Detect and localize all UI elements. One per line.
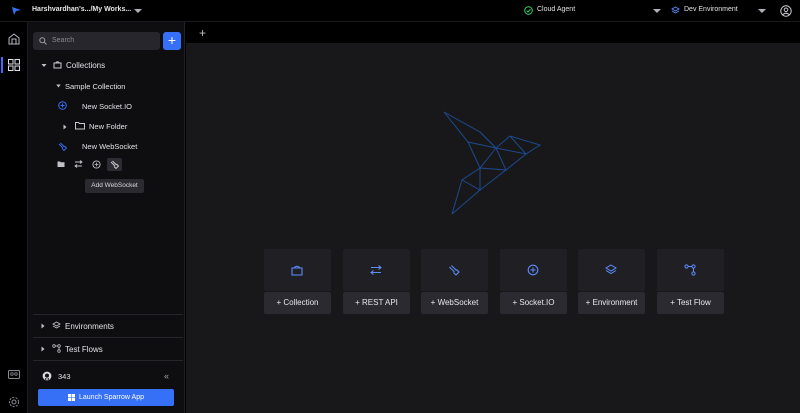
active-indicator [1,57,3,73]
add-socket-io-button[interactable]: + Socket.IO [500,292,567,314]
sparrow-logo-icon [11,6,22,16]
folder-icon [75,121,85,130]
websocket-icon [58,142,67,151]
test-flow-icon [52,344,61,353]
add-rest-api-icon[interactable] [74,160,83,168]
collections-chevron-down-icon[interactable] [41,63,47,68]
github-icon[interactable] [42,371,52,381]
settings-icon[interactable] [8,396,20,408]
collections-nav-icon[interactable] [8,59,20,71]
collapse-sidebar-icon[interactable]: « [164,371,169,381]
workspace-dropdown-icon[interactable] [134,9,142,13]
agent-dropdown-icon[interactable] [653,9,661,13]
collections-label[interactable]: Collections [66,61,105,70]
environment-icon [605,264,617,276]
github-star-count: 343 [58,372,71,381]
test-flow-icon [684,264,696,276]
quick-action-card-test-flow[interactable] [657,249,724,291]
search-icon [39,37,47,45]
tree-item-folder[interactable]: New Folder [89,122,127,131]
websocket-icon [448,264,460,276]
collection-icon [291,264,303,276]
add-websocket-tooltip: Add WebSocket [85,179,144,193]
environment-layers-icon [671,6,680,15]
folder-chevron-right-icon[interactable] [63,124,67,130]
windows-icon [68,393,75,401]
add-rest-api-button[interactable]: + REST API [343,292,410,314]
section-divider [33,360,183,361]
environments-chevron-right-icon[interactable] [41,323,45,329]
add-collection-button[interactable]: + Collection [264,292,331,314]
search-placeholder: Search [52,37,75,44]
socketio-icon [58,101,67,110]
quick-action-card-socket-io[interactable] [500,249,567,291]
add-websocket-button[interactable]: + WebSocket [421,292,488,314]
quick-action-card-collection[interactable] [264,249,331,291]
main-panel [186,43,800,413]
section-divider [33,337,183,338]
quick-action-card-environment[interactable] [578,249,645,291]
agent-label[interactable]: Cloud Agent [537,6,575,13]
environments-icon [52,321,61,330]
section-divider [33,314,183,315]
sidebar [28,22,185,413]
add-environment-button[interactable]: + Environment [578,292,645,314]
activity-bar [0,22,28,413]
check-circle-icon [524,6,533,15]
user-avatar-icon[interactable] [780,5,792,17]
sample-collection-label[interactable]: Sample Collection [65,82,125,91]
quick-action-card-websocket[interactable] [421,249,488,291]
socketio-icon [527,264,539,276]
test-flows-label[interactable]: Test Flows [65,345,103,354]
team-icon[interactable] [8,370,20,380]
test-flows-chevron-right-icon[interactable] [41,346,45,352]
tab-bar [186,22,800,43]
rest-api-icon [370,264,382,276]
sparrow-bird-logo [440,110,545,216]
environment-dropdown-icon[interactable] [758,9,766,13]
add-websocket-button[interactable] [107,158,122,171]
sample-collection-chevron-down-icon[interactable] [56,84,61,88]
collections-icon [53,60,62,69]
launch-app-button[interactable]: Launch Sparrow App [38,389,174,406]
quick-action-card-rest-api[interactable] [343,249,410,291]
add-test-flow-button[interactable]: + Test Flow [657,292,724,314]
new-tab-button[interactable]: + [199,26,206,40]
home-icon[interactable] [8,33,20,45]
environments-label[interactable]: Environments [65,322,114,331]
add-socketio-icon[interactable] [92,160,101,169]
tree-item-socketio[interactable]: New Socket.IO [82,102,132,111]
workspace-breadcrumb[interactable]: Harshvardhan's.../My Works... [32,6,131,13]
add-folder-icon[interactable] [57,160,65,168]
search-input[interactable]: Search [33,32,160,50]
launch-label: Launch Sparrow App [79,394,144,401]
add-button[interactable]: + [163,32,181,50]
environment-label[interactable]: Dev Environment [684,6,738,13]
tree-item-websocket[interactable]: New WebSocket [82,142,137,151]
